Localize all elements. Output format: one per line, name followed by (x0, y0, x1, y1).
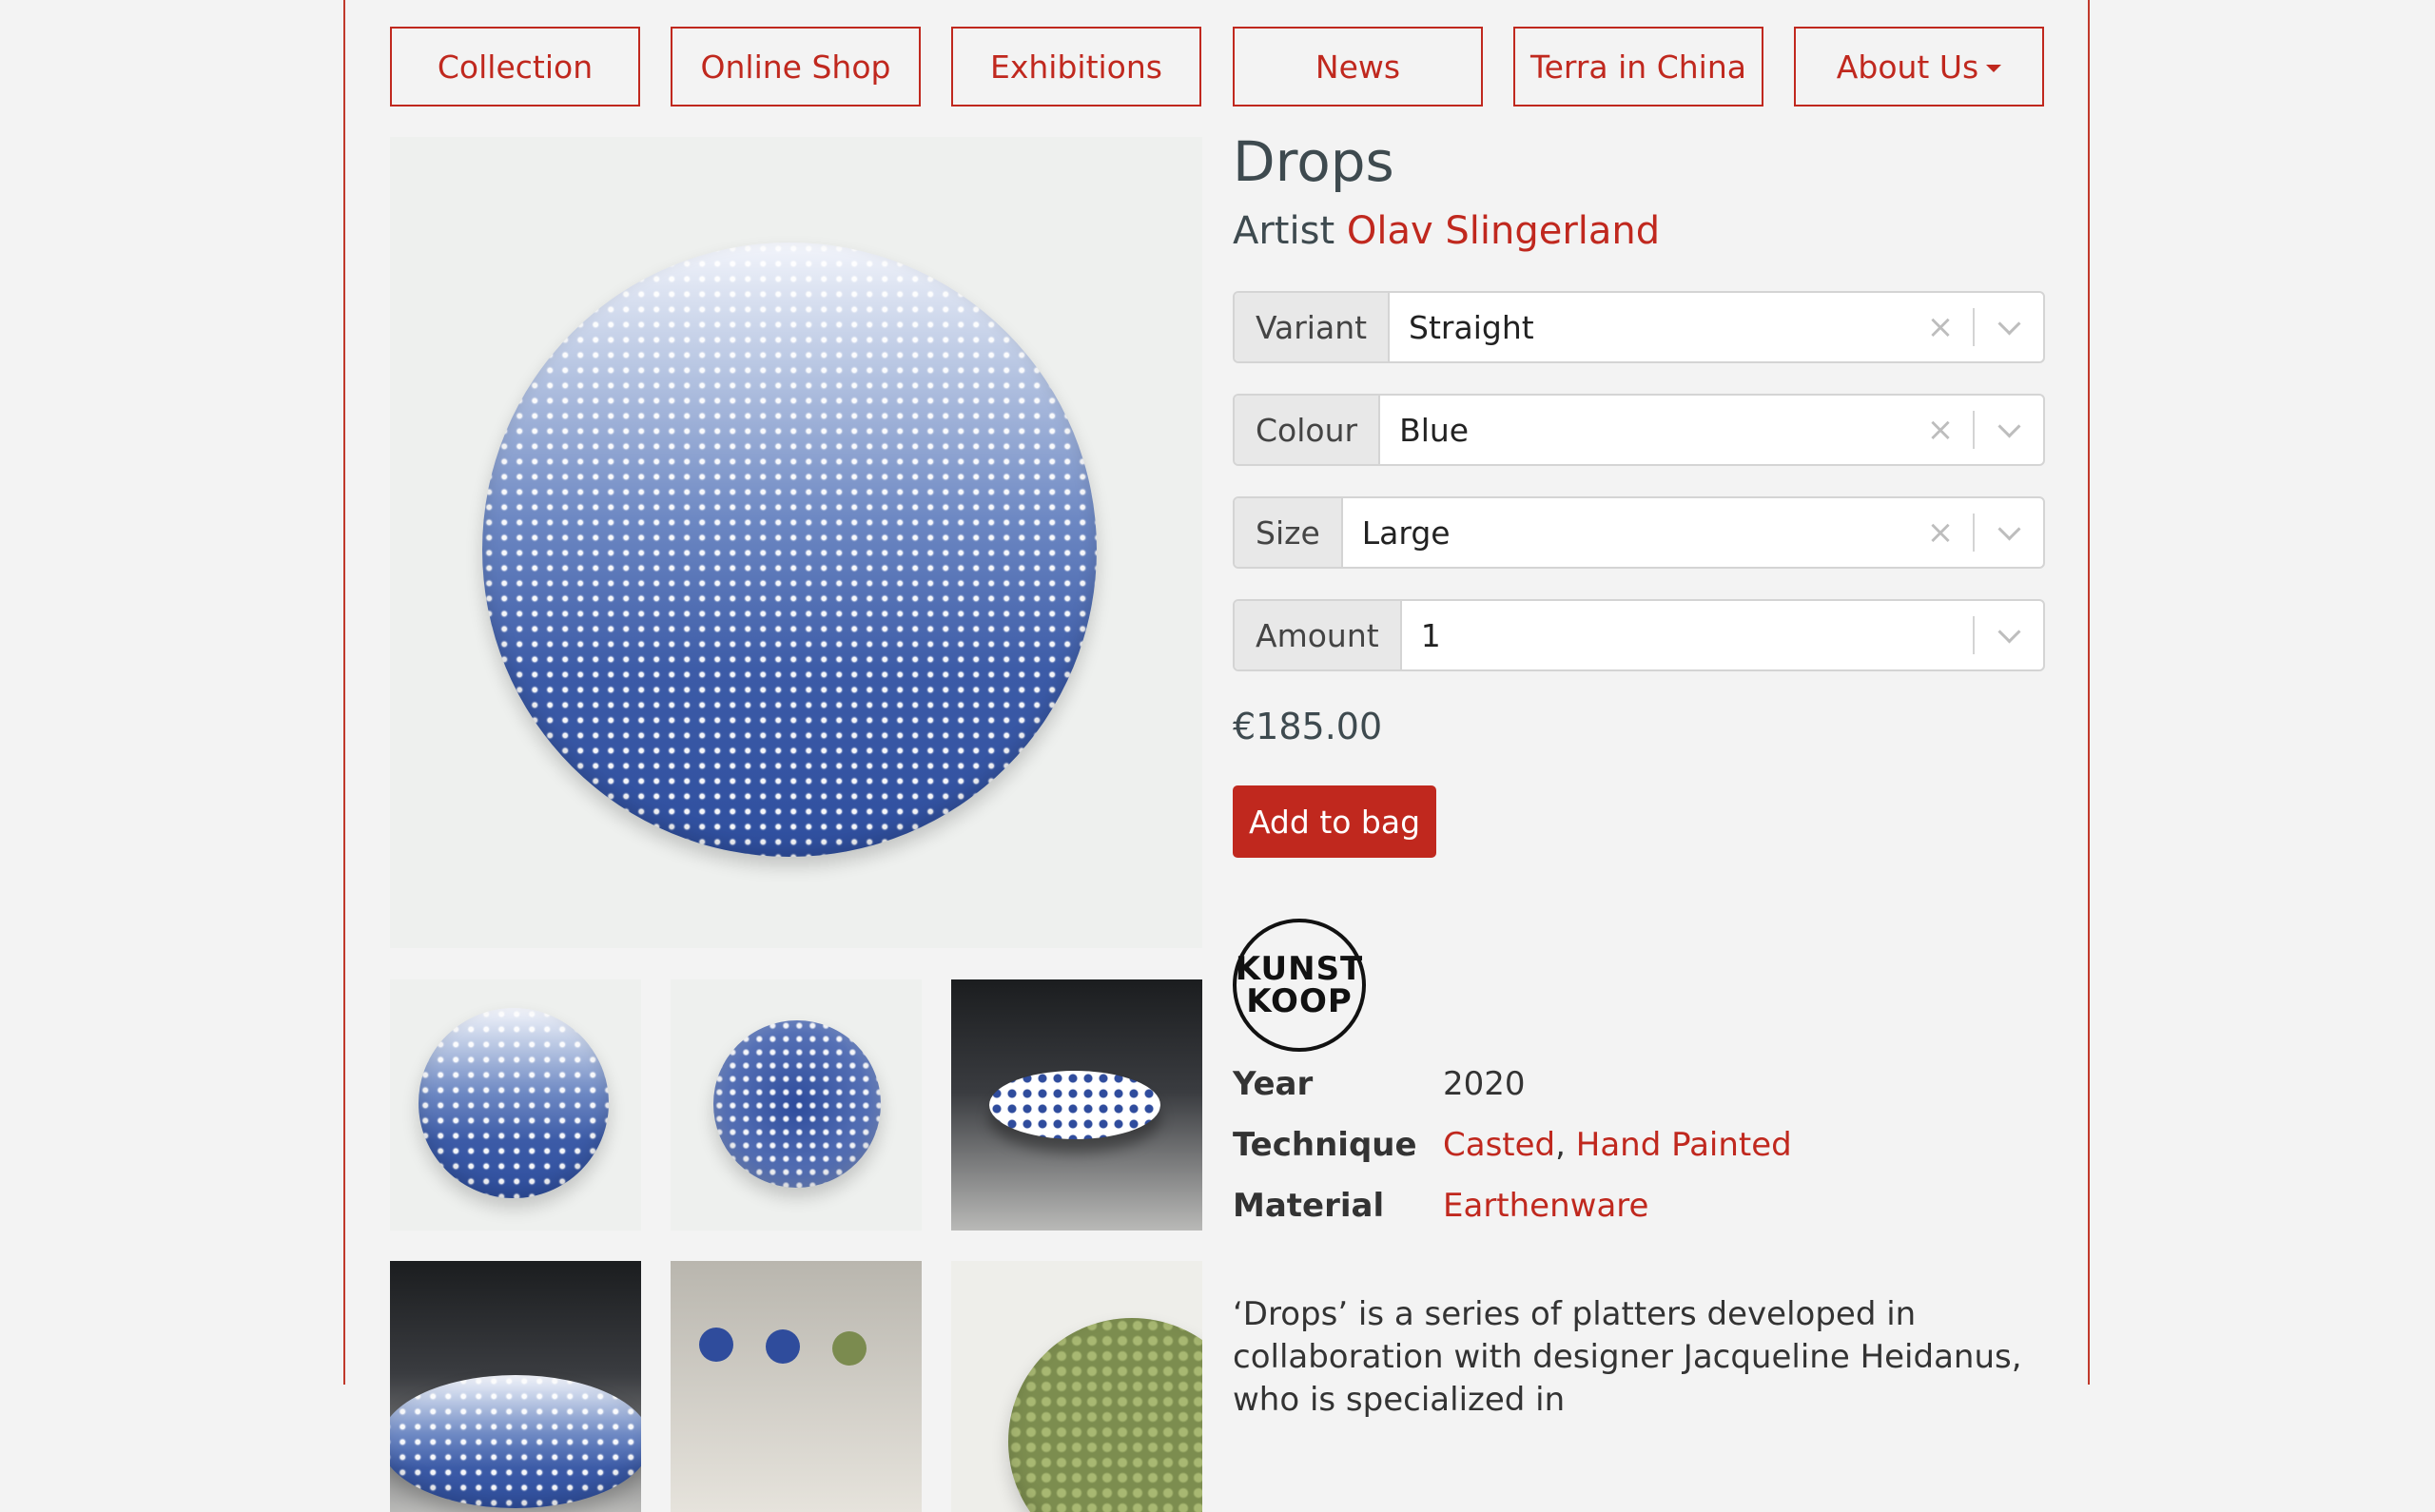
thumbnail-3[interactable] (951, 979, 1202, 1231)
variant-value[interactable]: Straight (1390, 293, 1908, 361)
nav-exhibitions[interactable]: Exhibitions (951, 27, 1201, 107)
material-label: Material (1233, 1187, 1385, 1225)
size-select[interactable]: Size Large × (1233, 496, 2045, 569)
clear-icon[interactable]: × (1908, 293, 1973, 361)
thumbnail-6[interactable] (951, 1261, 1202, 1512)
material-link-earthenware[interactable]: Earthenware (1443, 1187, 1648, 1225)
nav-news[interactable]: News (1233, 27, 1483, 107)
technique-values: Casted, Hand Painted (1443, 1126, 1792, 1164)
thumbnail-bowl (766, 1329, 800, 1364)
blue-plate-image (482, 242, 1097, 857)
caret-down-icon (1986, 65, 2002, 72)
technique-link-hand-painted[interactable]: Hand Painted (1576, 1126, 1792, 1164)
colour-select[interactable]: Colour Blue × (1233, 394, 2045, 466)
add-to-bag-button[interactable]: Add to bag (1233, 785, 1436, 858)
thumbnail-2[interactable] (671, 979, 922, 1231)
thumbnail-plate (989, 1071, 1160, 1139)
technique-label: Technique (1233, 1126, 1417, 1164)
colour-label: Colour (1235, 396, 1381, 464)
colour-value[interactable]: Blue (1380, 396, 1908, 464)
artist-line: Artist Olav Slingerland (1233, 209, 1660, 253)
product-price: €185.00 (1233, 706, 1383, 747)
amount-select[interactable]: Amount 1 (1233, 599, 2045, 671)
artist-prefix: Artist (1233, 209, 1335, 253)
chevron-down-icon[interactable] (1975, 293, 2043, 361)
nav-collection[interactable]: Collection (390, 27, 640, 107)
clear-icon[interactable]: × (1908, 396, 1973, 464)
kunstkoop-logo: KUNST KOOP (1233, 919, 1366, 1052)
nav-terra-in-china[interactable]: Terra in China (1513, 27, 1763, 107)
thumbnail-plate (419, 1008, 609, 1198)
year-label: Year (1233, 1065, 1314, 1103)
thumbnail-plate (390, 1375, 641, 1508)
technique-link-casted[interactable]: Casted (1443, 1126, 1555, 1164)
product-description: ‘Drops’ is a series of platters develope… (1233, 1295, 2022, 1419)
product-main-image[interactable] (390, 137, 1202, 948)
chevron-down-icon[interactable] (1975, 396, 2043, 464)
material-value: Earthenware (1443, 1187, 1648, 1225)
nav-about-us-label: About Us (1836, 48, 1979, 86)
thumbnail-4[interactable] (390, 1261, 641, 1512)
logo-line-2: KOOP (1246, 982, 1353, 1020)
thumbnail-bowl (699, 1328, 733, 1362)
nav-about-us[interactable]: About Us (1794, 27, 2044, 107)
artist-link[interactable]: Olav Slingerland (1347, 209, 1660, 253)
chevron-down-icon[interactable] (1975, 601, 2043, 669)
thumbnail-plate (713, 1020, 881, 1188)
variant-select[interactable]: Variant Straight × (1233, 291, 2045, 363)
logo-line-1: KUNST (1235, 950, 1364, 988)
amount-value[interactable]: 1 (1402, 601, 1973, 669)
clear-icon[interactable]: × (1908, 498, 1973, 567)
variant-label: Variant (1235, 293, 1391, 361)
thumbnail-plate (1008, 1318, 1202, 1512)
thumbnail-5[interactable] (671, 1261, 922, 1512)
size-value[interactable]: Large (1343, 498, 1908, 567)
technique-separator: , (1555, 1126, 1576, 1164)
thumbnail-1[interactable] (390, 979, 641, 1231)
chevron-down-icon[interactable] (1975, 498, 2043, 567)
product-title: Drops (1233, 129, 1394, 194)
thumbnail-bowl (832, 1331, 867, 1366)
size-label: Size (1235, 498, 1343, 567)
nav-online-shop[interactable]: Online Shop (671, 27, 921, 107)
amount-label: Amount (1235, 601, 1402, 669)
year-value: 2020 (1443, 1065, 1526, 1103)
